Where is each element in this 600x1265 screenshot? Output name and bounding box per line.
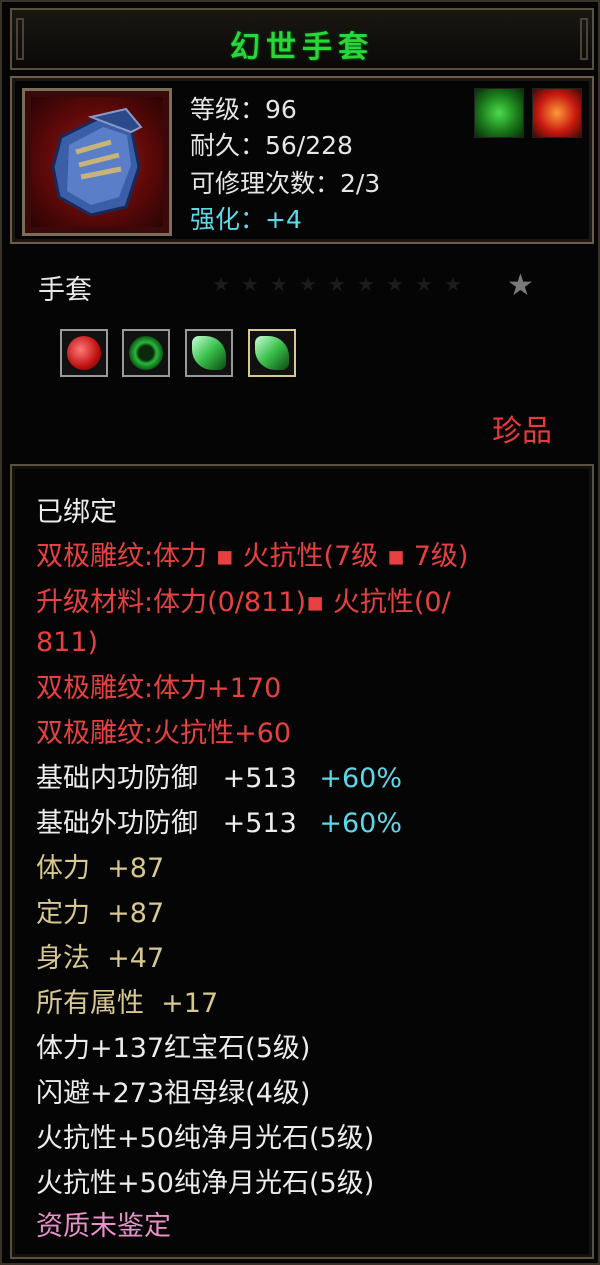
empty-star-icon: ★ [270, 272, 288, 296]
quality-status: 资质未鉴定 [36, 1211, 171, 1242]
ruby-gem-icon[interactable] [60, 329, 108, 377]
empty-star-icon: ★ [357, 272, 375, 296]
empty-star-icon: ★ [328, 272, 346, 296]
red-rune-badge-icon [532, 88, 582, 138]
engrave-fire-resist: 双极雕纹:火抗性+60 [36, 718, 292, 749]
inner-defense-value: +513 [222, 763, 297, 794]
green-rune-badge-icon [474, 88, 524, 138]
repair-count-stat: 可修理次数：2/3 [190, 169, 381, 198]
item-type-label: 手套 [38, 275, 92, 306]
emerald-ring-gem-icon[interactable] [122, 329, 170, 377]
empty-star-icon: ★ [386, 272, 404, 296]
empty-star-icon: ★ [241, 272, 259, 296]
item-icon-frame [22, 88, 172, 236]
empty-star-icon: ★ [444, 272, 462, 296]
bound-status: 已绑定 [36, 497, 117, 528]
star-rating: ★ ★ ★ ★ ★ ★ ★ ★ ★ [212, 272, 502, 296]
moonstone-gem-icon[interactable] [185, 329, 233, 377]
moonstone-gem-icon[interactable] [248, 329, 296, 377]
engrave-vitality: 双极雕纹:体力+170 [36, 673, 282, 704]
gem-bonus-1: 体力+137红宝石(5级) [36, 1033, 311, 1064]
enhance-stat: 强化：+4 [190, 205, 302, 234]
rarity-label: 珍品 [492, 414, 552, 449]
vitality-stat: 体力 +87 [36, 853, 165, 884]
empty-star-icon: ★ [212, 272, 230, 296]
inner-defense-label: 基础内功防御 [36, 763, 198, 794]
gem-bonus-2: 闪避+273祖母绿(4级) [36, 1078, 311, 1109]
level-stat: 等级：96 [190, 95, 297, 124]
blue-gauntlet-icon [31, 97, 163, 227]
engrave-line: 双极雕纹:体力 ▪ 火抗性(7级 ▪ 7级) [36, 541, 469, 572]
upgrade-material-line: 升级材料:体力(0/811)▪ 火抗性(0/ [36, 587, 451, 618]
inner-defense-row: 基础内功防御 +513 +60% [36, 762, 402, 796]
all-attributes-stat: 所有属性 +17 [36, 988, 219, 1019]
title-bar: 幻世手套 [10, 8, 594, 70]
gem-bonus-3: 火抗性+50纯净月光石(5级) [36, 1123, 375, 1154]
empty-star-icon: ★ [299, 272, 317, 296]
durability-stat: 耐久：56/228 [190, 131, 353, 160]
outer-defense-percent: +60% [319, 808, 402, 839]
outer-defense-label: 基础外功防御 [36, 808, 198, 839]
focus-stat: 定力 +87 [36, 898, 165, 929]
outer-defense-value: +513 [222, 808, 297, 839]
empty-star-icon: ★ [415, 272, 433, 296]
star-icon: ★ [507, 268, 534, 303]
outer-defense-row: 基础外功防御 +513 +60% [36, 807, 402, 841]
agility-stat: 身法 +47 [36, 943, 165, 974]
gem-bonus-4: 火抗性+50纯净月光石(5级) [36, 1168, 375, 1199]
item-name: 幻世手套 [230, 30, 374, 65]
inner-defense-percent: +60% [319, 763, 402, 794]
item-tooltip: 幻世手套 等级：96 耐久：56/228 可修理次数：2/3 强化：+4 手套 … [0, 0, 600, 1265]
upgrade-material-line-cont: 811) [36, 627, 99, 658]
